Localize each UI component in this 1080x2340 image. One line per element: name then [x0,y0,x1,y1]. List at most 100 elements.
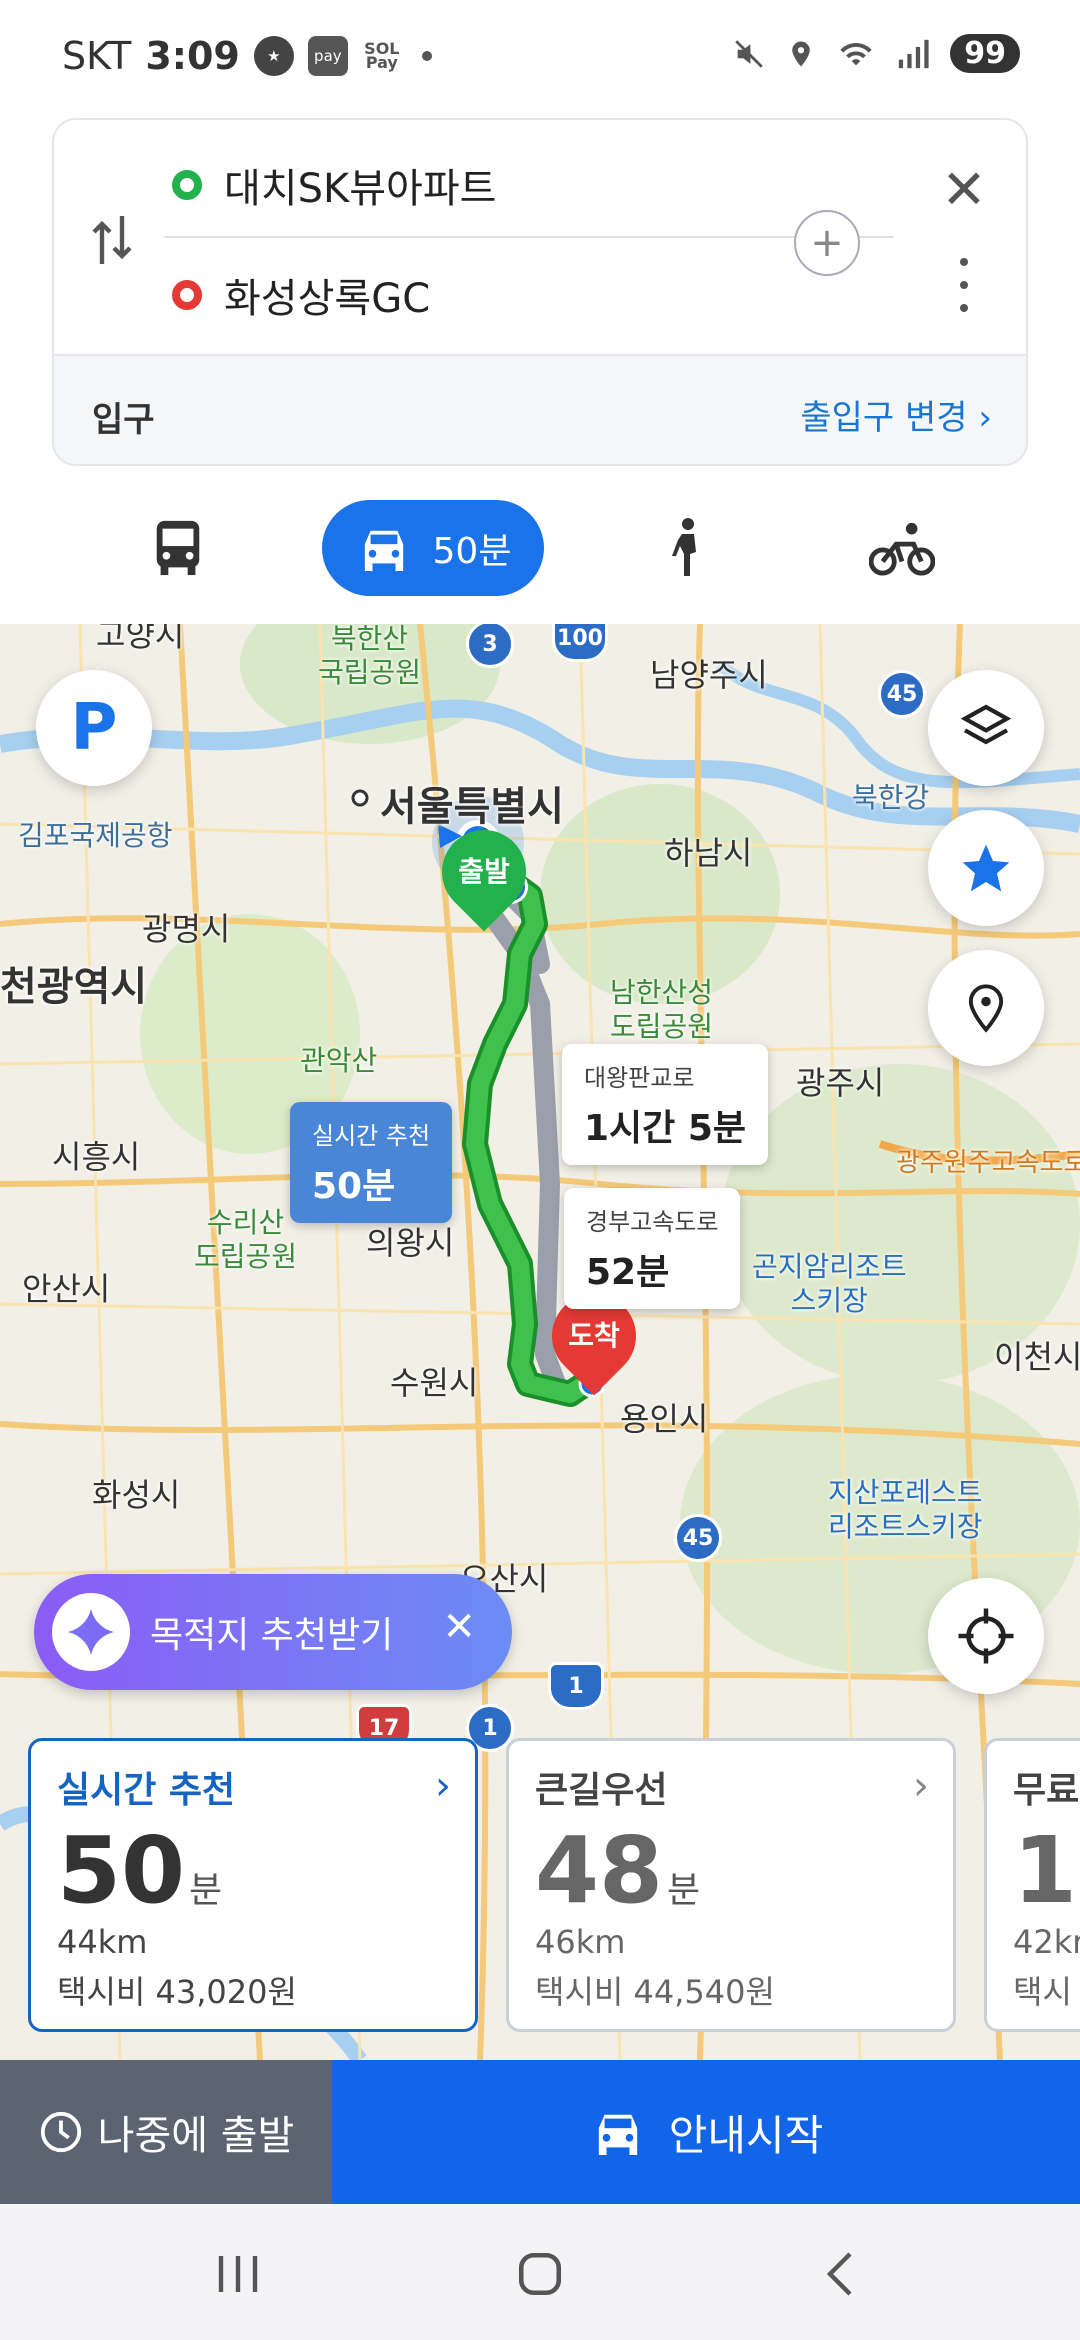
route-bubble-gyeongbu[interactable]: 경부고속도로 52분 [564,1188,741,1309]
parking-button[interactable]: P [36,670,152,786]
map-label-jisan: 지산포레스트 리조트스키장 [828,1476,983,1543]
route-option-unit: 분 [667,1870,701,1911]
favorites-button[interactable] [928,810,1044,926]
map-label-namhansanseong: 남한산성 도립공원 [610,976,714,1043]
back-button[interactable] [800,2244,880,2304]
map-label-gwangmyeong: 광명시 [142,910,231,948]
add-waypoint-button[interactable]: + [794,210,860,276]
tab-bike[interactable] [860,500,944,596]
start-pin[interactable]: 출발 [424,812,544,940]
wifi-icon [840,42,872,65]
starbucks-icon: ★ [253,36,294,76]
recommend-pill-label: 목적지 추천받기 [150,1615,394,1656]
map-label-gwangju: 광주시 [796,1064,885,1102]
start-navigation-button[interactable]: 안내시작 [332,2060,1080,2204]
map-label-hwaseong: 화성시 [92,1476,181,1514]
origin-field[interactable]: 대치SK뷰아파트 [172,156,496,214]
close-icon[interactable]: ✕ [934,160,994,220]
map-label-seoul: 서울특별시 [380,784,564,830]
car-icon [598,2114,637,2155]
map-label-siheung: 시흥시 [52,1138,141,1176]
depart-later-button[interactable]: 나중에 출발 [0,2060,332,2204]
bike-icon [869,522,935,576]
tab-car[interactable]: 50분 [322,500,544,596]
recent-apps-icon [218,2256,258,2292]
recent-apps-button[interactable] [198,2244,278,2304]
entry-change-link[interactable]: 출입구 변경 › [800,390,992,439]
layers-icon [960,704,1012,745]
route-option-distance: 44km [57,1923,148,1961]
status-right: 99 [732,34,1020,73]
home-button[interactable] [500,2244,580,2304]
signal-icon [899,39,929,68]
tab-bus[interactable] [140,500,216,596]
origin-label: 대치SK뷰아파트 [224,166,497,212]
close-icon[interactable]: ✕ [442,1604,476,1650]
crosshair-icon [958,1608,1014,1664]
route-bubble-realtime[interactable]: 실시간 추천 50분 [290,1102,453,1223]
map-label-gimpo-airport: 김포국제공항 [18,819,173,852]
route-option-card[interactable]: 실시간 추천 › 50 분 44km 택시비 43,020원 [28,1738,478,2032]
map-label-hanam: 하남시 [664,834,753,872]
bubble-time: 52분 [586,1252,670,1293]
route-search-card: 대치SK뷰아파트 + 화성상록GC ✕ 입구 출입구 변경 › [52,118,1028,466]
swap-icon[interactable] [90,212,134,268]
bubble-title: 실시간 추천 [312,1122,431,1150]
map-label-gonjiam: 곤지암리조트 스키장 [752,1250,907,1317]
destination-field[interactable]: 화성상록GC [172,266,430,324]
entry-row: 입구 출입구 변경 › [54,354,1026,464]
route-option-card[interactable]: 무료 1 시 42km 택시 [984,1738,1080,2032]
home-icon [518,2252,562,2296]
my-location-button[interactable] [928,1578,1044,1694]
pay-icon: pay [307,36,348,76]
bubble-title: 대왕판교로 [584,1064,695,1092]
clock: 3:09 [145,34,240,78]
route-option-fare: 택시 [1013,1973,1072,2011]
tab-walk[interactable] [650,500,722,596]
map-label-goyang: 고양시 [96,624,185,654]
route-option-minutes: 50 [57,1817,186,1924]
bubble-time: 50분 [312,1166,396,1207]
map-label-surisan: 수리산 도립공원 [194,1206,298,1273]
end-pin[interactable]: 도착 [534,1276,654,1404]
bubble-title: 경부고속도로 [586,1208,719,1236]
route-option-fare: 택시비 44,540원 [535,1973,775,2011]
map-label-bukhansan: 북한산 국립공원 [318,624,422,689]
origin-dot-icon [172,170,202,200]
place-marker-button[interactable] [928,950,1044,1066]
route-option-title: 무료 [1013,1770,1080,1811]
route-option-distance: 46km [535,1923,626,1961]
car-icon [364,530,403,571]
walk-icon [672,518,696,576]
route-option-minutes: 1 [1013,1817,1078,1924]
destination-recommend-pill[interactable]: 목적지 추천받기 ✕ [34,1574,512,1690]
chevron-right-icon: › [913,1763,929,1809]
destination-label: 화성상록GC [224,276,431,322]
depart-later-label: 나중에 출발 [97,2113,295,2159]
route-option-unit: 분 [189,1870,223,1911]
clock-icon [40,2111,81,2153]
car-time-label: 50분 [432,531,512,572]
bus-icon [156,520,200,576]
back-icon [826,2252,852,2296]
route-option-card[interactable]: 큰길우선 › 48 분 46km 택시비 44,540원 [506,1738,956,2032]
map-label-icheon: 이천시 [994,1338,1080,1376]
transport-mode-tabs: 50분 [0,490,1080,606]
destination-dot-icon [172,280,202,310]
map-label-ansan: 안산시 [22,1270,111,1308]
field-divider [164,236,894,238]
route-bubble-daewang[interactable]: 대왕판교로 1시간 5분 [562,1044,768,1165]
map-label-incheon: 천광역시 [0,964,148,1010]
route-option-minutes: 48 [535,1817,664,1924]
map-pin-icon [968,984,1004,1033]
star-icon [962,844,1010,892]
battery-indicator: 99 [950,34,1020,73]
status-bar: SKT 3:09 ★ pay SOL Pay 99 [0,0,1080,112]
route-shield: 100 [552,624,608,662]
layers-button[interactable] [928,670,1044,786]
route-option-title: 큰길우선 [535,1770,668,1811]
more-options-icon[interactable] [944,250,984,320]
location-icon [792,41,810,66]
map-label-bukhangang: 북한강 [852,781,930,814]
mute-icon [735,39,764,68]
